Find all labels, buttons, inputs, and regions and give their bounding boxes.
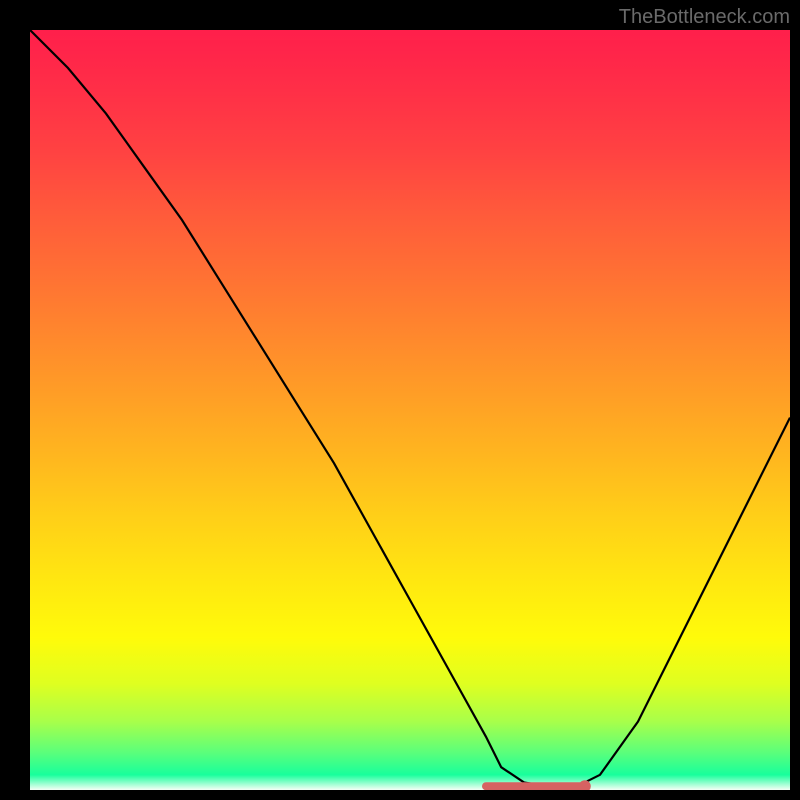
chart-highlight-marker bbox=[579, 780, 591, 790]
chart-svg bbox=[30, 30, 790, 790]
watermark-text: TheBottleneck.com bbox=[619, 6, 790, 29]
chart-curve bbox=[30, 30, 790, 786]
chart-plot-area bbox=[30, 30, 790, 790]
